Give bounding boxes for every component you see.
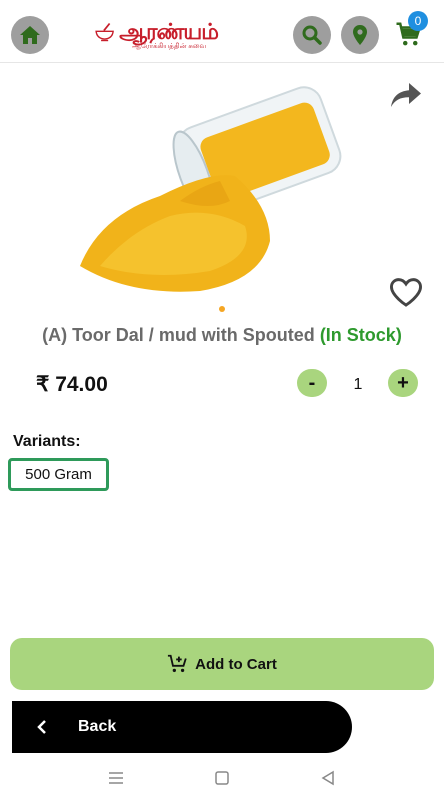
add-to-cart-label: Add to Cart (195, 655, 277, 673)
back-nav-icon[interactable] (318, 768, 338, 788)
pager-dot-active[interactable] (219, 306, 225, 312)
logo-text: ஆரண்யம் (119, 19, 219, 45)
menu-icon[interactable] (106, 768, 126, 788)
logo-tagline: ஆரோக்கியத்தின் சுவை (132, 43, 207, 50)
app-header: ஆரண்யம் ஆரோக்கியத்தின் சுவை 0 (0, 0, 444, 63)
back-button[interactable]: Back (12, 701, 352, 753)
quantity-value: 1 (353, 376, 363, 393)
home-nav-icon[interactable] (212, 768, 232, 788)
product-title-row: (A) Toor Dal / mud with Spouted (In Stoc… (0, 325, 444, 346)
system-nav-bar (0, 760, 444, 800)
add-cart-icon (168, 654, 187, 673)
heart-icon[interactable] (388, 276, 424, 308)
chevron-left-icon (37, 720, 46, 734)
variant-option-500-gram[interactable]: 500 Gram (8, 458, 109, 491)
mortar-icon (95, 22, 114, 42)
cart-count-badge: 0 (408, 11, 428, 31)
stock-status: (In Stock) (319, 325, 402, 345)
location-pin-icon (353, 25, 367, 45)
add-to-cart-button[interactable]: Add to Cart (10, 638, 434, 690)
home-icon (20, 26, 40, 44)
product-price: ₹ 74.00 (36, 373, 108, 396)
search-icon (302, 25, 322, 45)
product-image[interactable] (60, 66, 360, 306)
product-title: (A) Toor Dal / mud with Spouted (42, 325, 315, 345)
share-icon[interactable] (388, 80, 424, 110)
decrease-quantity-button[interactable]: - (297, 369, 327, 397)
variants-label: Variants: (13, 433, 81, 450)
brand-logo[interactable]: ஆரண்யம் ஆரோக்கியத்தின் சுவை (94, 12, 219, 52)
back-label: Back (78, 718, 117, 735)
location-button[interactable] (341, 16, 379, 54)
image-pager[interactable] (0, 306, 444, 312)
increase-quantity-button[interactable]: + (388, 369, 418, 397)
home-button[interactable] (11, 16, 49, 54)
search-button[interactable] (293, 16, 331, 54)
